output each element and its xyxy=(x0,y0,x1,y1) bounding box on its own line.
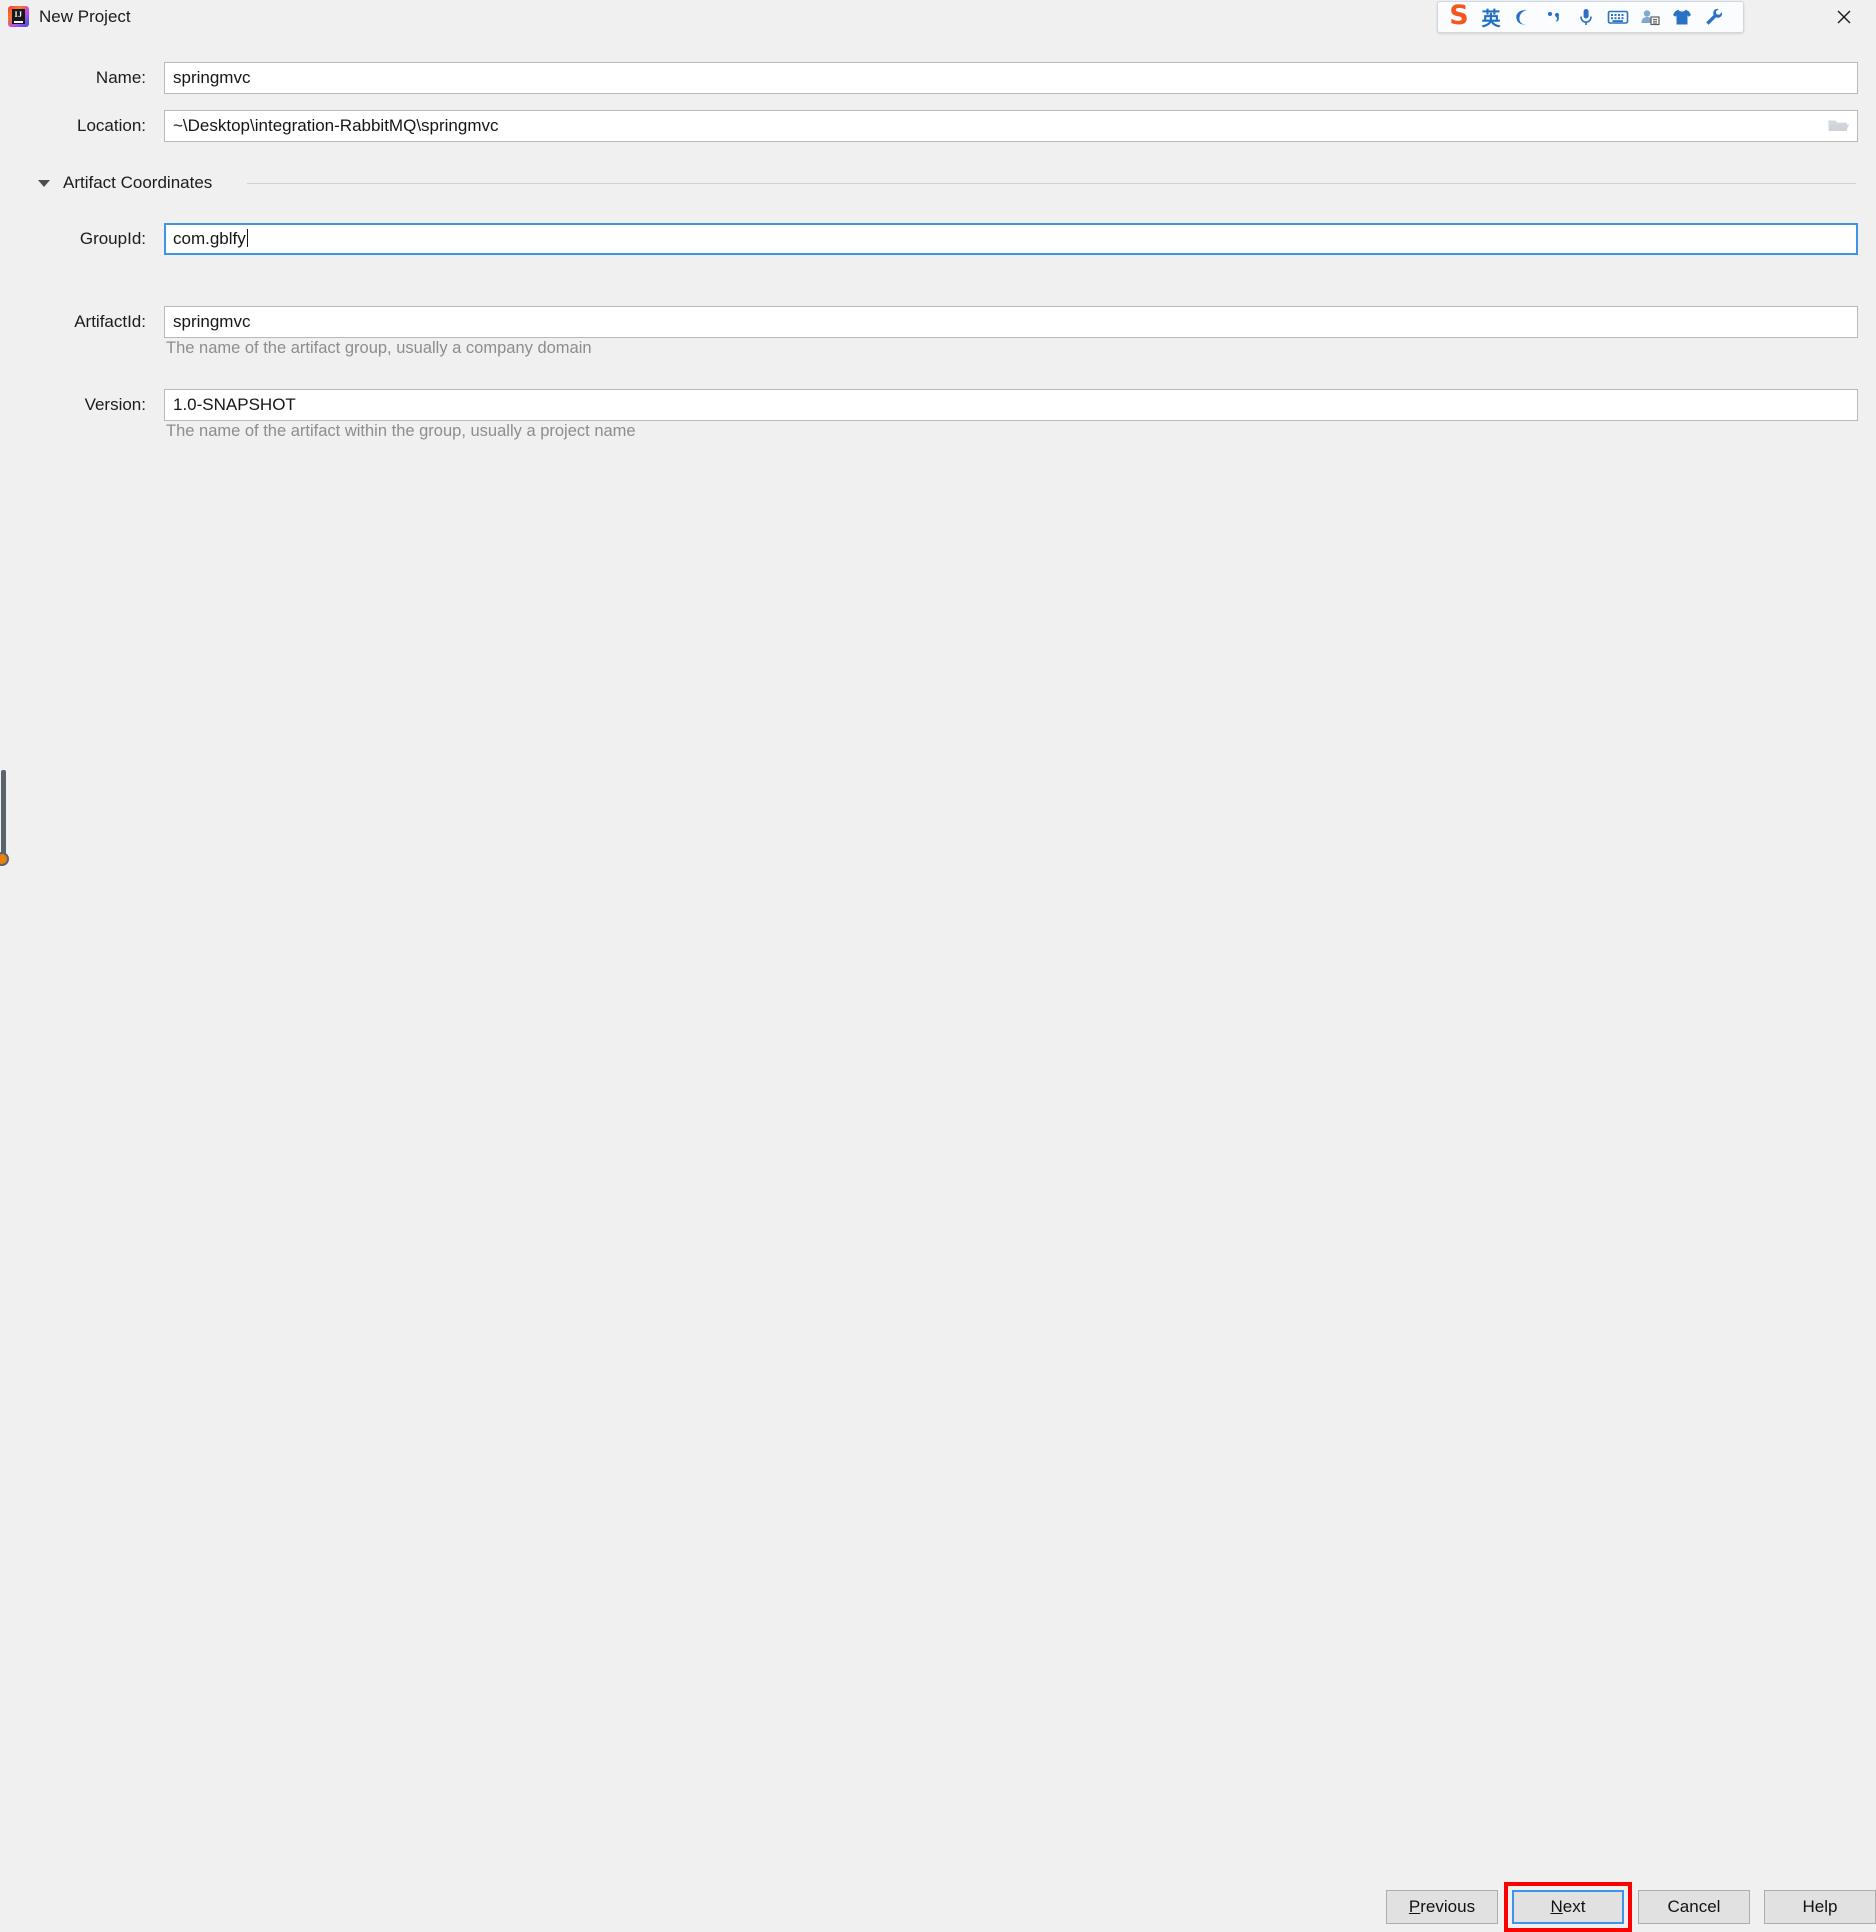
location-label: Location: xyxy=(77,116,146,135)
groupid-input-value: com.gblfy xyxy=(173,229,246,248)
groupid-input[interactable]: com.gblfy xyxy=(164,223,1858,255)
close-icon xyxy=(1837,10,1851,23)
sogou-logo-icon[interactable]: S xyxy=(1442,1,1476,31)
screen-edge-indicator xyxy=(0,770,9,870)
window-title: New Project xyxy=(39,6,131,26)
english-mode-icon[interactable]: 英 xyxy=(1476,2,1506,32)
text-caret xyxy=(246,229,248,247)
next-button-mnemonic: N xyxy=(1550,1897,1563,1916)
artifactid-hint: The name of the artifact within the grou… xyxy=(166,422,636,440)
intellij-idea-icon: IJ xyxy=(8,6,29,27)
help-button[interactable]: Help xyxy=(1764,1890,1876,1924)
soft-keyboard-icon[interactable] xyxy=(1602,2,1634,32)
version-input[interactable]: 1.0-SNAPSHOT xyxy=(164,389,1858,421)
chevron-down-icon[interactable] xyxy=(38,180,50,187)
tools-wrench-icon[interactable] xyxy=(1698,2,1730,32)
groupid-label: GroupId: xyxy=(79,229,146,248)
punctuation-icon[interactable] xyxy=(1538,2,1570,32)
microphone-icon[interactable] xyxy=(1570,2,1602,32)
previous-button[interactable]: Previous xyxy=(1386,1890,1498,1924)
artifact-coordinates-title: Artifact Coordinates xyxy=(63,173,213,192)
title-bar-left: IJ New Project xyxy=(8,0,131,33)
name-input[interactable]: springmvc xyxy=(164,62,1858,94)
artifactid-label: ArtifactId: xyxy=(74,312,146,331)
name-label: Name: xyxy=(95,68,146,87)
dialog-button-bar: Previous Next Cancel Help xyxy=(0,940,1876,1932)
next-button-label: ext xyxy=(1562,1897,1586,1916)
section-divider xyxy=(247,183,1856,184)
cancel-button[interactable]: Cancel xyxy=(1638,1890,1750,1924)
moon-icon[interactable] xyxy=(1506,2,1538,32)
location-input[interactable]: ~\Desktop\integration-RabbitMQ\springmvc xyxy=(164,110,1858,142)
sogou-ime-toolbar[interactable]: S 英 xyxy=(1437,1,1744,33)
artifactid-input[interactable]: springmvc xyxy=(164,306,1858,338)
artifact-coordinates-section-header[interactable]: Artifact Coordinates xyxy=(0,172,1876,194)
previous-button-mnemonic: P xyxy=(1408,1897,1421,1916)
groupid-hint: The name of the artifact group, usually … xyxy=(166,339,592,357)
close-button[interactable] xyxy=(1812,0,1876,33)
previous-button-label: revious xyxy=(1420,1897,1476,1916)
browse-location-button[interactable] xyxy=(1820,111,1856,141)
folder-open-icon xyxy=(1828,120,1850,131)
skin-shirt-icon[interactable] xyxy=(1666,2,1698,32)
user-dictionary-icon[interactable] xyxy=(1634,2,1666,32)
version-label: Version: xyxy=(84,395,146,414)
next-button[interactable]: Next xyxy=(1512,1890,1624,1924)
